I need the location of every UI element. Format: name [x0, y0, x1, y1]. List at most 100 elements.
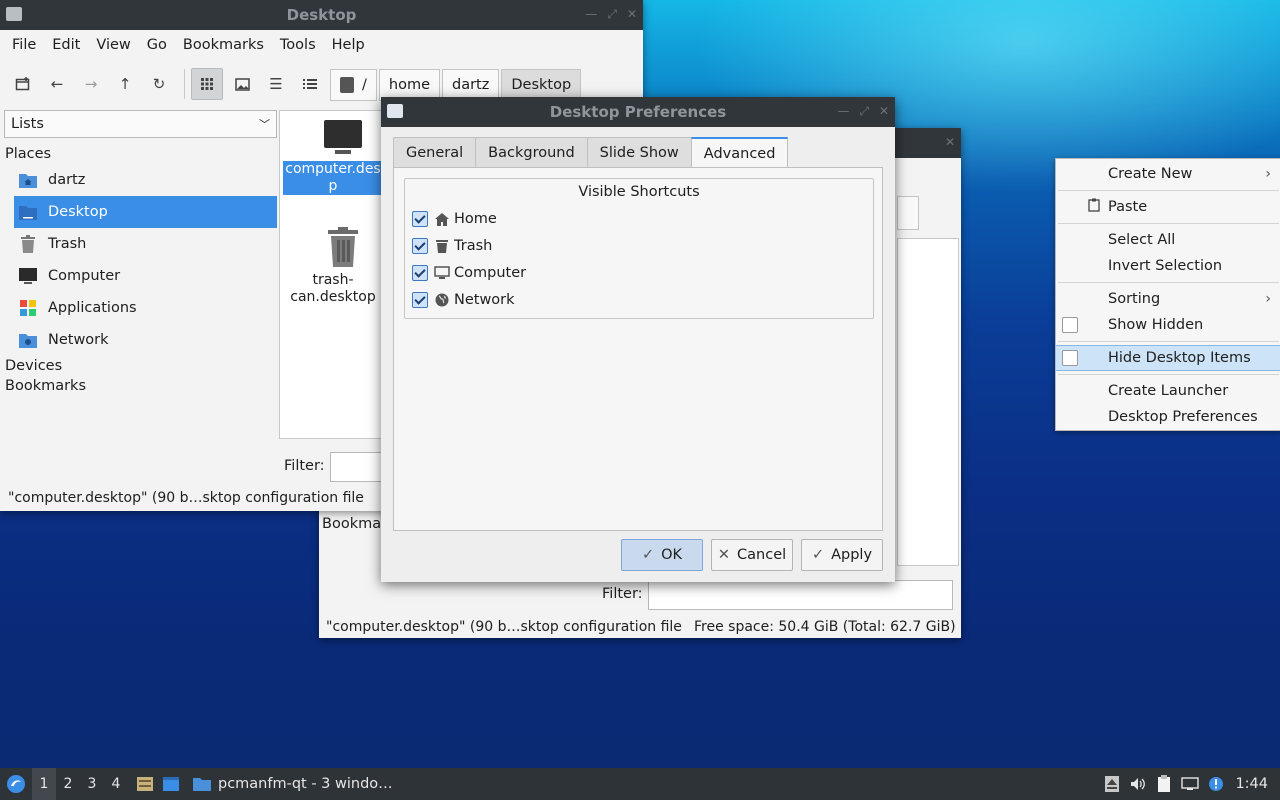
sidebar-item-computer[interactable]: Computer — [4, 260, 277, 292]
taskbar-task-pcmanfm[interactable]: pcmanfm-qt - 3 windo… — [192, 768, 393, 800]
workspace-3[interactable]: 3 — [80, 776, 104, 792]
show-desktop-button[interactable] — [158, 768, 184, 800]
workspace-4[interactable]: 4 — [104, 776, 128, 792]
computer-icon — [434, 265, 450, 281]
menu-edit[interactable]: Edit — [44, 37, 88, 53]
desktop-context-menu: Create New › Paste Select All Invert Sel… — [1055, 158, 1280, 431]
menu-file[interactable]: File — [4, 37, 44, 53]
close-icon[interactable]: ✕ — [879, 104, 889, 119]
places-header[interactable]: Places — [4, 138, 277, 164]
sidebar-item-applications[interactable]: Applications — [4, 292, 277, 324]
menu-item-select-all[interactable]: Select All — [1056, 227, 1280, 253]
second-path-button[interactable] — [897, 196, 919, 230]
menu-item-sorting[interactable]: Sorting › — [1056, 286, 1280, 312]
maximize-icon[interactable]: ⤢ — [859, 104, 869, 119]
thumbnail-view-icon[interactable] — [227, 69, 257, 99]
volume-icon[interactable] — [1125, 768, 1151, 800]
menu-item-invert-selection[interactable]: Invert Selection — [1056, 253, 1280, 279]
globe-icon — [434, 292, 450, 308]
menu-item-create-new[interactable]: Create New › — [1056, 161, 1280, 187]
tab-advanced[interactable]: Advanced — [690, 137, 789, 170]
sidebar-item-label: Computer — [48, 268, 121, 284]
shortcut-network-checkbox[interactable]: Network — [412, 292, 515, 308]
path-root-button[interactable]: / — [330, 69, 377, 101]
menu-item-hide-desktop-items[interactable]: Hide Desktop Items — [1056, 345, 1280, 371]
checkbox-checked[interactable] — [412, 211, 428, 227]
eject-icon[interactable] — [1099, 768, 1125, 800]
sidebar-item-desktop[interactable]: Desktop — [14, 196, 277, 228]
dialog-titlebar[interactable]: Desktop Preferences — ⤢ ✕ — [381, 97, 895, 127]
second-bookmarks-label[interactable]: Bookma — [322, 516, 381, 532]
forward-icon[interactable]: → — [76, 69, 106, 99]
shortcut-home-checkbox[interactable]: Home — [412, 211, 497, 227]
checkbox-checked[interactable] — [412, 265, 428, 281]
menu-item-label: Hide Desktop Items — [1108, 350, 1251, 366]
up-icon[interactable]: ↑ — [110, 69, 140, 99]
sidebar-item-label: Applications — [48, 300, 137, 316]
menu-go[interactable]: Go — [139, 37, 175, 53]
menu-tools[interactable]: Tools — [272, 37, 324, 53]
workspace-2[interactable]: 2 — [56, 776, 80, 792]
second-filter-input[interactable] — [648, 580, 953, 610]
shortcut-label: Network — [454, 292, 515, 308]
checkbox-checked[interactable] — [412, 292, 428, 308]
menu-item-create-launcher[interactable]: Create Launcher — [1056, 378, 1280, 404]
minimize-icon[interactable]: — — [585, 7, 597, 22]
menu-item-desktop-preferences[interactable]: Desktop Preferences — [1056, 404, 1280, 430]
back-icon[interactable]: ← — [42, 69, 72, 99]
close-icon[interactable]: ✕ — [945, 135, 955, 149]
checkbox-unchecked[interactable] — [1062, 350, 1078, 366]
file-label-line: can.desktop — [290, 289, 376, 305]
minimize-icon[interactable]: — — [837, 104, 849, 119]
check-icon: ✓ — [811, 547, 825, 563]
network-icon[interactable] — [1177, 768, 1203, 800]
ok-button[interactable]: ✓ OK — [621, 539, 703, 571]
new-tab-icon[interactable] — [8, 69, 38, 99]
chevron-down-icon: ﹀ — [259, 118, 270, 131]
sidebar-item-home[interactable]: dartz — [4, 164, 277, 196]
second-file-view[interactable] — [897, 238, 959, 566]
icon-view-icon[interactable] — [191, 68, 223, 100]
menu-item-label: Sorting — [1108, 291, 1161, 307]
clock[interactable]: 1:44 — [1229, 776, 1280, 792]
close-icon[interactable]: ✕ — [627, 7, 637, 22]
shortcut-trash-checkbox[interactable]: Trash — [412, 238, 492, 254]
menu-view[interactable]: View — [88, 37, 138, 53]
clipboard-icon[interactable] — [1151, 768, 1177, 800]
window-controls: — ⤢ ✕ — [837, 104, 889, 119]
tab-general[interactable]: General — [393, 137, 477, 169]
menu-bookmarks[interactable]: Bookmarks — [175, 37, 272, 53]
start-menu-button[interactable] — [0, 768, 32, 800]
file-item-label: trash- can.desktop — [283, 272, 383, 306]
compact-view-icon[interactable]: ☰ — [261, 69, 291, 99]
cancel-label: Cancel — [737, 547, 787, 563]
sidebar-item-trash[interactable]: Trash — [4, 228, 277, 260]
side-pane-mode-select[interactable]: Lists ﹀ — [4, 110, 277, 138]
bookmarks-header[interactable]: Bookmarks — [4, 376, 277, 396]
checkbox-checked[interactable] — [412, 238, 428, 254]
ok-label: OK — [661, 547, 683, 563]
shortcut-label: Home — [454, 211, 497, 227]
window-controls: ✕ — [945, 135, 955, 149]
menu-help[interactable]: Help — [324, 37, 373, 53]
desktop-icon — [163, 777, 179, 791]
workspace-1[interactable]: 1 — [32, 768, 56, 800]
detailed-list-view-icon[interactable] — [295, 69, 325, 99]
tab-background[interactable]: Background — [475, 137, 588, 169]
checkbox-unchecked[interactable] — [1062, 317, 1078, 333]
apply-button[interactable]: ✓ Apply — [801, 539, 883, 571]
sidebar-item-network[interactable]: Network — [4, 324, 277, 356]
maximize-icon[interactable]: ⤢ — [607, 7, 617, 22]
check-icon: ✓ — [641, 547, 655, 563]
menu-item-paste[interactable]: Paste — [1056, 194, 1280, 220]
advanced-tab-panel: Visible Shortcuts Home Trash Computer Ne… — [393, 167, 883, 531]
notification-icon[interactable] — [1203, 768, 1229, 800]
devices-header[interactable]: Devices — [4, 356, 277, 376]
tab-slide-show[interactable]: Slide Show — [586, 137, 692, 169]
main-window-titlebar[interactable]: Desktop — ⤢ ✕ — [0, 0, 643, 30]
menu-item-show-hidden[interactable]: Show Hidden — [1056, 312, 1280, 338]
shortcut-computer-checkbox[interactable]: Computer — [412, 265, 526, 281]
file-manager-launcher[interactable] — [132, 768, 158, 800]
cancel-button[interactable]: ✕ Cancel — [711, 539, 793, 571]
reload-icon[interactable]: ↻ — [144, 69, 174, 99]
